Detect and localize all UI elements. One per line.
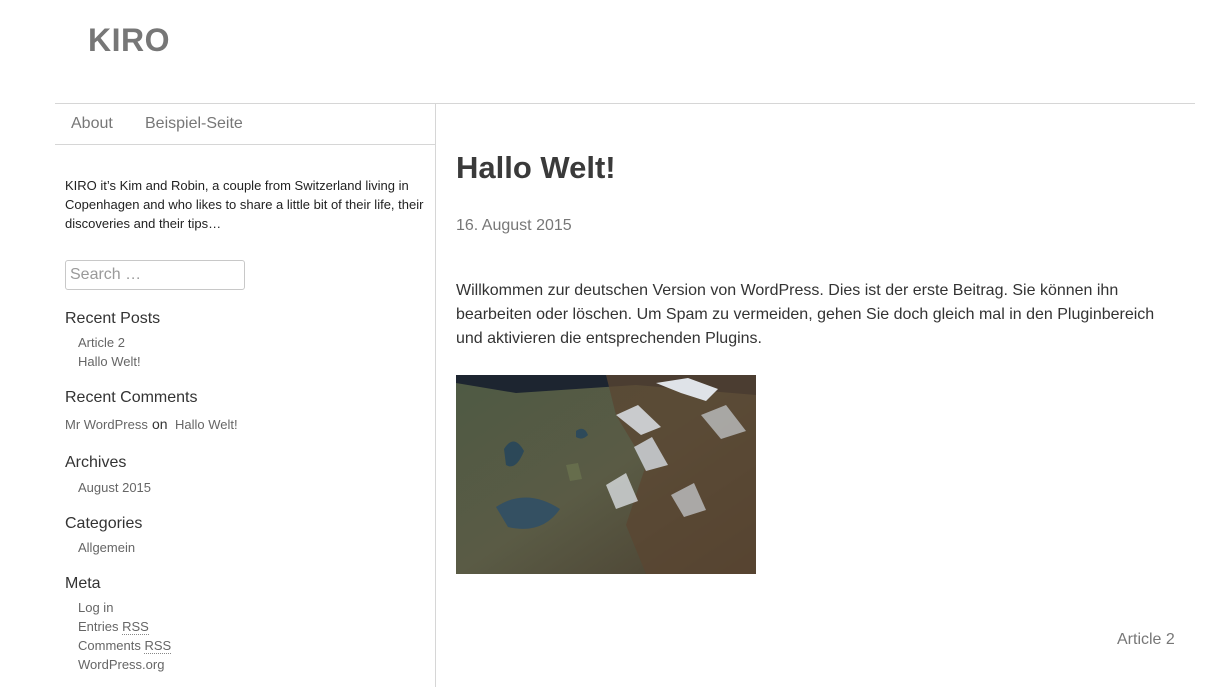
rss-abbr: RSS xyxy=(144,638,172,654)
recent-posts-title: Recent Posts xyxy=(65,310,161,327)
comments-label: Comments xyxy=(78,638,141,653)
site-intro: KIRO it’s Kim and Robin, a couple from S… xyxy=(65,178,424,231)
comment-connector: on xyxy=(152,416,168,432)
post-title[interactable]: Hallo Welt! xyxy=(456,150,616,186)
sidebar: About Beispiel-Seite KIRO it’s Kim and R… xyxy=(55,104,436,687)
archive-link[interactable]: August 2015 xyxy=(78,480,151,495)
post-image xyxy=(456,375,756,574)
search-input[interactable] xyxy=(65,260,245,290)
archives-title: Archives xyxy=(65,454,127,471)
nav-item-about[interactable]: About xyxy=(71,115,113,133)
recent-post-link[interactable]: Hallo Welt! xyxy=(78,354,141,369)
comments-rss-link[interactable]: Comments RSS xyxy=(78,638,172,654)
next-post-link[interactable]: Article 2 xyxy=(1117,631,1175,649)
comment-post-link[interactable]: Hallo Welt! xyxy=(175,417,238,432)
rss-abbr: RSS xyxy=(122,619,149,635)
main-content: Hallo Welt! 16. August 2015 Willkommen z… xyxy=(436,104,1196,687)
main-nav: About Beispiel-Seite xyxy=(55,104,435,145)
satellite-image xyxy=(456,375,756,574)
nav-item-beispiel-seite[interactable]: Beispiel-Seite xyxy=(145,115,243,133)
post-body: Willkommen zur deutschen Version von Wor… xyxy=(456,282,1155,347)
entries-rss-link[interactable]: Entries RSS xyxy=(78,619,149,635)
meta-title: Meta xyxy=(65,575,101,592)
recent-comments-title: Recent Comments xyxy=(65,389,198,406)
entries-label: Entries xyxy=(78,619,119,634)
site-title[interactable]: KIRO xyxy=(88,22,170,59)
category-link[interactable]: Allgemein xyxy=(78,540,135,555)
login-link[interactable]: Log in xyxy=(78,600,113,615)
recent-post-link[interactable]: Article 2 xyxy=(78,335,125,350)
wordpress-org-link[interactable]: WordPress.org xyxy=(78,657,164,672)
comment-author-link[interactable]: Mr WordPress xyxy=(65,417,148,432)
categories-title: Categories xyxy=(65,515,143,532)
post-date[interactable]: 16. August 2015 xyxy=(456,217,572,235)
